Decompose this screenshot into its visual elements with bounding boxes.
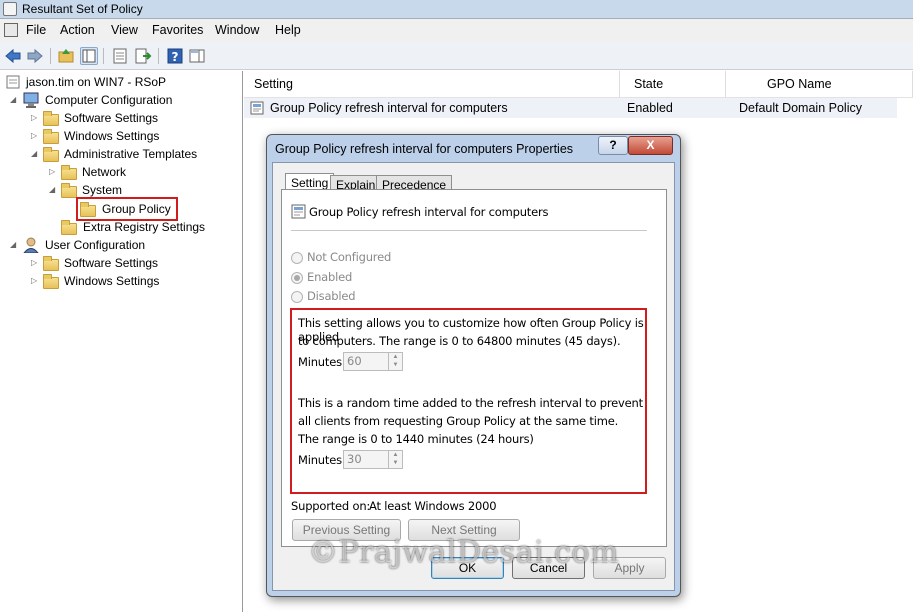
toolbar: ?	[0, 42, 913, 70]
dialog-body: Setting Explain Precedence Group Policy …	[272, 162, 675, 591]
tree-label: Group Policy	[102, 202, 171, 216]
rsop-app-icon	[3, 2, 17, 16]
table-row[interactable]: Group Policy refresh interval for comput…	[244, 98, 897, 118]
minutes-label: Minutes:	[298, 355, 346, 369]
collapsed-arrow-icon[interactable]: ▷	[31, 254, 39, 272]
expanded-arrow-icon[interactable]: ◢	[10, 236, 18, 254]
folder-icon	[43, 256, 59, 271]
collapsed-arrow-icon[interactable]: ▷	[49, 163, 57, 181]
divider	[291, 230, 647, 231]
watermark: ©PrajwalDesai.com	[308, 535, 619, 570]
spinner-arrows-icon[interactable]: ▲ ▼	[388, 451, 402, 468]
minutes-label: Minutes:	[298, 453, 346, 467]
menu-window[interactable]: Window	[215, 23, 259, 37]
show-hide-tree-icon[interactable]	[80, 47, 98, 65]
description-text: all clients from requesting Group Policy…	[298, 414, 619, 428]
random-offset-spinner[interactable]: 30 ▲ ▼	[343, 450, 403, 469]
tree-label: Software Settings	[64, 256, 159, 270]
menu-action[interactable]: Action	[60, 23, 95, 37]
cell-state: Enabled	[627, 101, 673, 115]
column-header-gpo-name[interactable]: GPO Name	[759, 71, 913, 97]
cell-setting: Group Policy refresh interval for comput…	[270, 101, 508, 115]
tree-label: User Configuration	[45, 238, 146, 252]
folder-icon	[43, 274, 59, 289]
help-icon[interactable]: ?	[166, 47, 184, 65]
dialog-close-button[interactable]: X	[628, 136, 673, 155]
policy-setting-icon	[291, 204, 306, 219]
window-title: Resultant Set of Policy	[22, 2, 143, 16]
description-text: The range is 0 to 1440 minutes (24 hours…	[298, 432, 534, 446]
radio-not-configured[interactable]	[291, 252, 303, 264]
setting-tab-panel: Group Policy refresh interval for comput…	[281, 189, 667, 547]
collapsed-arrow-icon[interactable]: ▷	[31, 109, 39, 127]
description-text: This is a random time added to the refre…	[298, 396, 643, 410]
radio-label-enabled: Enabled	[307, 270, 353, 284]
radio-disabled[interactable]	[291, 291, 303, 303]
back-arrow-icon[interactable]	[4, 47, 22, 65]
folder-icon	[61, 165, 77, 180]
dialog-help-button[interactable]: ?	[598, 136, 628, 155]
menu-help[interactable]: Help	[275, 23, 301, 37]
tree-label: Computer Configuration	[45, 93, 173, 107]
dialog-title: Group Policy refresh interval for comput…	[275, 142, 574, 156]
column-header-setting[interactable]: Setting	[246, 71, 620, 97]
tree-label: jason.tim on WIN7 - RSoP	[26, 75, 167, 89]
toolbar-separator	[158, 48, 159, 64]
console-tree: jason.tim on WIN7 - RSoP ◢ Computer Conf…	[0, 71, 243, 612]
tree-label: Extra Registry Settings	[83, 220, 206, 234]
radio-enabled[interactable]	[291, 272, 303, 284]
action-pane-icon[interactable]	[188, 47, 206, 65]
radio-label-disabled: Disabled	[307, 289, 356, 303]
radio-label-not-configured: Not Configured	[307, 250, 392, 264]
forward-arrow-icon[interactable]	[26, 47, 44, 65]
tree-label: Network	[82, 165, 127, 179]
user-icon	[23, 237, 39, 253]
folder-icon	[43, 111, 59, 126]
supported-on-label: Supported on:	[291, 499, 371, 513]
collapsed-arrow-icon[interactable]: ▷	[31, 272, 39, 290]
svg-text:?: ?	[172, 50, 179, 64]
properties-icon[interactable]	[111, 47, 129, 65]
folder-icon	[80, 202, 96, 217]
properties-dialog: Group Policy refresh interval for comput…	[266, 134, 681, 597]
up-folder-icon[interactable]	[57, 47, 75, 65]
cell-gpo-name: Default Domain Policy	[739, 101, 862, 115]
rsop-root-icon	[6, 75, 20, 89]
window-title-bar: Resultant Set of Policy	[0, 0, 913, 19]
policy-name: Group Policy refresh interval for comput…	[309, 205, 549, 219]
expanded-arrow-icon[interactable]: ◢	[49, 181, 57, 199]
system-menu-icon[interactable]	[4, 23, 18, 37]
collapsed-arrow-icon[interactable]: ▷	[31, 127, 39, 145]
column-header-state[interactable]: State	[626, 71, 726, 97]
spinner-value: 60	[347, 354, 362, 368]
policy-setting-icon	[250, 101, 264, 115]
computer-icon	[23, 92, 39, 108]
menu-bar: File Action View Favorites Window Help	[0, 19, 913, 42]
tree-label: Software Settings	[64, 111, 159, 125]
description-text: to computers. The range is 0 to 64800 mi…	[298, 334, 621, 348]
menu-file[interactable]: File	[26, 23, 46, 37]
expanded-arrow-icon[interactable]: ◢	[10, 91, 18, 109]
spinner-arrows-icon[interactable]: ▲ ▼	[388, 353, 402, 370]
tree-label: Windows Settings	[64, 129, 160, 143]
folder-icon	[61, 220, 77, 235]
menu-view[interactable]: View	[111, 23, 138, 37]
export-list-icon[interactable]	[134, 47, 152, 65]
tree-label: Administrative Templates	[64, 147, 198, 161]
tree-label: Windows Settings	[64, 274, 160, 288]
folder-icon	[43, 129, 59, 144]
supported-on-value: At least Windows 2000	[369, 499, 497, 513]
toolbar-separator	[103, 48, 104, 64]
spinner-value: 30	[347, 452, 362, 466]
expanded-arrow-icon[interactable]: ◢	[31, 145, 39, 163]
folder-icon	[61, 183, 77, 198]
toolbar-separator	[50, 48, 51, 64]
refresh-interval-spinner[interactable]: 60 ▲ ▼	[343, 352, 403, 371]
folder-icon	[43, 147, 59, 162]
menu-favorites[interactable]: Favorites	[152, 23, 203, 37]
